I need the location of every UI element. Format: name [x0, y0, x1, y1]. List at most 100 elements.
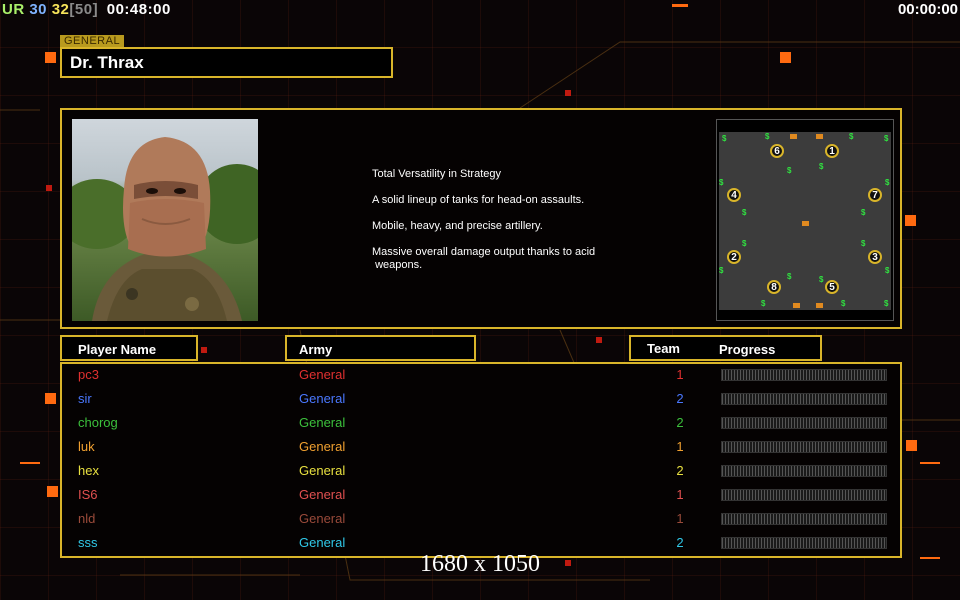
supply-icon: $: [742, 208, 747, 217]
oil-derrick-icon: [816, 134, 823, 139]
player-progress-bar: [721, 417, 887, 429]
minimap-terrain: 6 1 4 7 2 3 8 5 $ $ $ $ $ $ $ $ $ $ $ $ …: [719, 132, 891, 310]
player-name: sir: [78, 391, 92, 406]
supply-icon: $: [885, 266, 890, 275]
accent-square: [45, 52, 56, 63]
accent-square: [596, 337, 602, 343]
player-team: 2: [676, 415, 684, 430]
spawn-marker[interactable]: 7: [868, 188, 882, 202]
player-name: chorog: [78, 415, 118, 430]
spawn-marker[interactable]: 5: [825, 280, 839, 294]
supply-icon: $: [787, 272, 792, 281]
supply-icon: $: [742, 239, 747, 248]
supply-icon: $: [761, 299, 766, 308]
topbar-ur: UR: [2, 1, 25, 18]
supply-icon: $: [719, 266, 724, 275]
supply-icon: $: [861, 208, 866, 217]
spawn-marker[interactable]: 6: [770, 144, 784, 158]
supply-icon: $: [885, 178, 890, 187]
player-name: IS6: [78, 487, 98, 502]
army-header-label: Army: [299, 342, 333, 357]
army-header: Army: [285, 335, 476, 361]
description-line: A solid lineup of tanks for head-on assa…: [372, 194, 585, 206]
description-line: Massive overall damage output thanks to …: [372, 246, 596, 271]
accent-line: [672, 4, 688, 7]
supply-icon: $: [819, 162, 824, 171]
table-row: pc3 General 1: [62, 364, 900, 388]
player-name: luk: [78, 439, 95, 454]
supply-icon: $: [841, 299, 846, 308]
topbar-clock: 00:00:00: [897, 1, 958, 18]
accent-square: [201, 347, 207, 353]
accent-square: [565, 90, 571, 96]
resolution-label: 1680 x 1050: [420, 551, 540, 577]
player-army: General: [299, 487, 346, 502]
oil-derrick-icon: [816, 303, 823, 308]
topbar-value-a: 30: [29, 1, 48, 18]
spawn-marker[interactable]: 1: [825, 144, 839, 158]
accent-square: [905, 215, 916, 226]
general-portrait: [72, 119, 258, 321]
progress-header-label: Progress: [719, 342, 776, 357]
player-roster: pc3 General 1 sir General 2 chorog Gener…: [60, 362, 902, 558]
accent-line: [20, 462, 40, 464]
table-row: nld General 1: [62, 508, 900, 532]
accent-square: [47, 486, 58, 497]
general-description: Total Versatility in Strategy A solid li…: [372, 168, 652, 285]
table-row: chorog General 2: [62, 412, 900, 436]
player-team: 2: [676, 391, 684, 406]
player-army: General: [299, 391, 346, 406]
spawn-marker[interactable]: 4: [727, 188, 741, 202]
general-name-box: Dr. Thrax: [60, 47, 393, 78]
player-army: General: [299, 511, 346, 526]
accent-line: [920, 462, 940, 464]
spawn-marker[interactable]: 2: [727, 250, 741, 264]
topbar-value-b: 32: [51, 1, 70, 18]
table-row: sir General 2: [62, 388, 900, 412]
supply-icon: $: [849, 132, 854, 141]
player-team: 1: [676, 511, 684, 526]
supply-icon: $: [884, 299, 889, 308]
oil-derrick-icon: [802, 221, 809, 226]
player-team: 1: [676, 487, 684, 502]
supply-icon: $: [787, 166, 792, 175]
supply-icon: $: [719, 178, 724, 187]
player-progress-bar: [721, 489, 887, 501]
player-army: General: [299, 439, 346, 454]
player-team: 2: [676, 535, 684, 550]
table-row: IS6 General 1: [62, 484, 900, 508]
accent-square: [45, 393, 56, 404]
spawn-marker[interactable]: 3: [868, 250, 882, 264]
player-team: 1: [676, 439, 684, 454]
player-name-header: Player Name: [60, 335, 198, 361]
supply-icon: $: [819, 275, 824, 284]
supply-icon: $: [861, 239, 866, 248]
player-army: General: [299, 463, 346, 478]
player-progress-bar: [721, 441, 887, 453]
player-name-header-label: Player Name: [78, 342, 157, 357]
accent-square: [46, 185, 52, 191]
player-progress-bar: [721, 393, 887, 405]
table-row: hex General 2: [62, 460, 900, 484]
topbar-stats: UR 30 32[50] 00:48:00: [2, 1, 171, 18]
oil-derrick-icon: [790, 134, 797, 139]
player-progress-bar: [721, 537, 887, 549]
player-progress-bar: [721, 369, 887, 381]
general-name: Dr. Thrax: [70, 53, 144, 72]
accent-square: [906, 440, 917, 451]
table-row: luk General 1: [62, 436, 900, 460]
description-line: Mobile, heavy, and precise artillery.: [372, 220, 543, 232]
player-army: General: [299, 415, 346, 430]
topbar-value-c: [50]: [69, 1, 99, 18]
minimap: 6 1 4 7 2 3 8 5 $ $ $ $ $ $ $ $ $ $ $ $ …: [716, 119, 894, 321]
supply-icon: $: [884, 134, 889, 143]
player-name: pc3: [78, 367, 99, 382]
player-progress-bar: [721, 513, 887, 525]
description-line: Total Versatility in Strategy: [372, 168, 502, 180]
player-name: hex: [78, 463, 99, 478]
player-army: General: [299, 367, 346, 382]
player-name: sss: [78, 535, 98, 550]
spawn-marker[interactable]: 8: [767, 280, 781, 294]
player-name: nld: [78, 511, 96, 526]
team-header-label: Team: [647, 341, 680, 356]
